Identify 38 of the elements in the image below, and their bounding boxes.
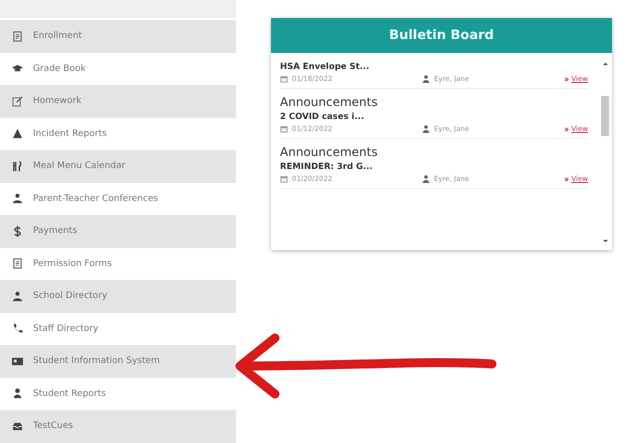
triangle-icon <box>12 128 23 140</box>
graduation-cap-icon <box>12 63 23 74</box>
person-icon <box>12 290 23 302</box>
scroll-down-icon[interactable] <box>602 239 608 244</box>
chevron-icon <box>564 126 570 132</box>
person-icon <box>12 388 23 400</box>
document-icon <box>12 30 23 42</box>
calendar-icon <box>280 75 288 83</box>
person-icon <box>12 193 23 204</box>
post-title: REMINDER: 3rd G... <box>280 162 374 172</box>
dollar-icon <box>12 226 23 237</box>
user-icon <box>422 175 430 183</box>
user-icon <box>422 125 430 133</box>
scrollbar-thumb[interactable] <box>601 96 609 136</box>
sidebar-item[interactable]: School Directory <box>0 280 236 312</box>
cutlery-icon <box>12 160 23 172</box>
sidebar-item[interactable]: Meal Menu Calendar <box>0 150 236 182</box>
chevron-icon <box>564 76 570 82</box>
sidebar-item[interactable]: TestCues <box>0 410 236 442</box>
post-category: Announcements <box>280 145 379 159</box>
sidebar-item[interactable]: Homework <box>0 85 236 118</box>
post-title: 2 COVID cases i... <box>280 112 366 122</box>
post-category: Announcements <box>280 95 379 109</box>
scroll-up-icon[interactable] <box>602 61 608 66</box>
post-title: HSA Envelope St... <box>280 62 370 72</box>
edit-icon <box>12 96 23 107</box>
sidebar-item[interactable]: Payments <box>0 215 236 248</box>
user-icon <box>422 75 430 83</box>
document-icon <box>12 258 23 270</box>
card-header: Bulletin Board <box>271 18 612 53</box>
calendar-icon <box>280 175 288 183</box>
id-card-icon <box>12 356 23 367</box>
sidebar-item[interactable]: Student Information System <box>0 345 236 378</box>
sidebar-item[interactable]: Enrollment <box>0 20 236 52</box>
calendar-icon <box>280 125 288 133</box>
chevron-icon <box>564 176 570 182</box>
phone-icon <box>12 323 23 334</box>
inbox-icon <box>12 420 23 432</box>
